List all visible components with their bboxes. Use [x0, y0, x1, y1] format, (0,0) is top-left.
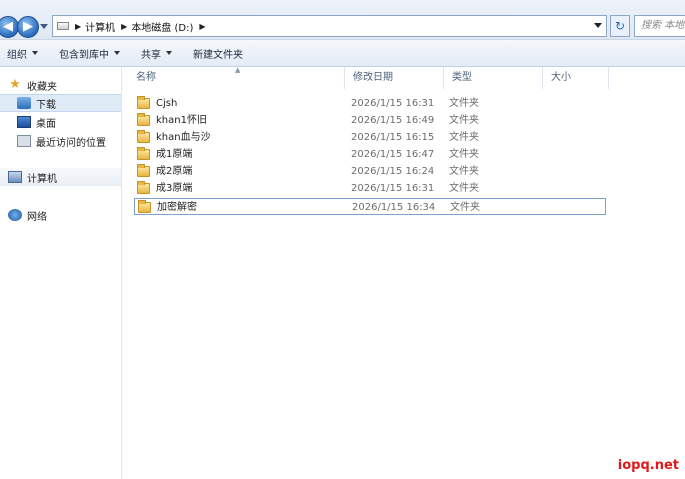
- sidebar-item-label: 收藏夹: [27, 81, 57, 93]
- file-name: 成3原端: [156, 183, 193, 194]
- column-header-name[interactable]: 名称: [128, 67, 345, 89]
- column-header-type[interactable]: 类型: [444, 67, 543, 89]
- new-folder-label: 新建文件夹: [193, 49, 243, 61]
- sidebar-item-label: 计算机: [27, 173, 57, 185]
- file-name: 成2原端: [156, 166, 193, 177]
- sidebar-item-label: 下载: [36, 99, 56, 111]
- file-name-cell: khan1怀旧: [137, 112, 207, 129]
- column-header-modified[interactable]: 修改日期: [345, 67, 444, 89]
- sidebar-item-desktop[interactable]: 桌面: [17, 113, 56, 131]
- file-type: 文件夹: [449, 149, 479, 160]
- file-name: Cjsh: [156, 98, 178, 109]
- address-dropdown-icon[interactable]: [594, 23, 602, 28]
- file-date: 2026/1/15 16:15: [351, 132, 435, 143]
- file-date: 2026/1/15 16:24: [351, 166, 435, 177]
- file-date: 2026/1/15 16:34: [352, 202, 436, 213]
- file-name: 成1原端: [156, 149, 193, 160]
- command-toolbar: 组织 包含到库中 共享 新建文件夹: [0, 40, 685, 67]
- file-name: khan血与沙: [156, 132, 211, 143]
- file-name-cell: 成2原端: [137, 163, 192, 180]
- file-name-cell: 成1原端: [137, 146, 192, 163]
- chevron-down-icon: [114, 51, 120, 55]
- include-in-library-label: 包含到库中: [59, 49, 109, 61]
- folder-icon: [137, 147, 150, 160]
- folder-icon: [137, 96, 150, 109]
- file-name-cell: 成3原端: [137, 180, 192, 197]
- sidebar-item-computer[interactable]: 计算机: [0, 168, 121, 186]
- folder-icon: [137, 181, 150, 194]
- chevron-down-icon: [166, 51, 172, 55]
- recent-pages-dropdown-icon[interactable]: [40, 24, 48, 29]
- sidebar-item-label: 网络: [27, 211, 47, 223]
- chevron-down-icon: [32, 51, 38, 55]
- file-date: 2026/1/15 16:31: [351, 98, 435, 109]
- file-row[interactable]: 成1原端 2026/1/15 16:47 文件夹: [123, 146, 685, 163]
- file-type: 文件夹: [449, 98, 479, 109]
- watermark: iopq.net: [617, 458, 679, 473]
- address-bar-row: ◀ ▶ ▶ 计算机 ▶ 本地磁盘 (D:) ▶ ↻ 搜索 本地磁盘: [0, 0, 685, 40]
- file-name-cell: 加密解密: [138, 199, 197, 216]
- file-row[interactable]: 成2原端 2026/1/15 16:24 文件夹: [123, 163, 685, 180]
- computer-icon: [8, 171, 22, 183]
- downloads-folder-icon: [17, 97, 31, 109]
- folder-icon: [138, 200, 151, 213]
- recent-places-icon: [17, 135, 31, 147]
- breadcrumb-arrow-icon[interactable]: ▶: [199, 22, 205, 31]
- file-name: 加密解密: [157, 202, 197, 213]
- organize-label: 组织: [7, 49, 27, 61]
- file-date: 2026/1/15 16:47: [351, 149, 435, 160]
- sidebar-item-downloads[interactable]: 下载: [0, 94, 121, 112]
- file-row[interactable]: 成3原端 2026/1/15 16:31 文件夹: [123, 180, 685, 197]
- file-name-cell: khan血与沙: [137, 129, 211, 146]
- file-date: 2026/1/15 16:31: [351, 183, 435, 194]
- file-type: 文件夹: [449, 115, 479, 126]
- file-row-focused[interactable]: 加密解密 2026/1/15 16:34 文件夹: [134, 198, 606, 215]
- sidebar-item-label: 最近访问的位置: [36, 137, 106, 149]
- search-input[interactable]: 搜索 本地磁盘: [634, 15, 685, 37]
- forward-button[interactable]: ▶: [17, 16, 39, 38]
- sidebar-item-favorites[interactable]: ★ 收藏夹: [8, 76, 57, 94]
- sidebar-item-recent-places[interactable]: 最近访问的位置: [17, 132, 106, 150]
- file-list-pane: ▲ 名称 修改日期 类型 大小 Cjsh 2026/1/15 16:31 文件夹…: [123, 66, 685, 479]
- breadcrumb-computer[interactable]: 计算机: [85, 19, 115, 34]
- organize-menu[interactable]: 组织: [7, 46, 38, 61]
- share-menu[interactable]: 共享: [141, 46, 172, 61]
- folder-icon: [137, 164, 150, 177]
- file-name-cell: Cjsh: [137, 95, 177, 112]
- share-label: 共享: [141, 49, 161, 61]
- file-type: 文件夹: [449, 132, 479, 143]
- new-folder-button[interactable]: 新建文件夹: [193, 46, 243, 61]
- sidebar-item-label: 桌面: [36, 118, 56, 130]
- file-row[interactable]: khan1怀旧 2026/1/15 16:49 文件夹: [123, 112, 685, 129]
- refresh-button[interactable]: ↻: [610, 15, 630, 37]
- file-date: 2026/1/15 16:49: [351, 115, 435, 126]
- folder-icon: [137, 113, 150, 126]
- breadcrumb-arrow-icon[interactable]: ▶: [75, 22, 81, 31]
- breadcrumb-arrow-icon[interactable]: ▶: [121, 22, 127, 31]
- file-name: khan1怀旧: [156, 115, 207, 126]
- refresh-icon: ↻: [614, 19, 626, 33]
- file-type: 文件夹: [449, 166, 479, 177]
- breadcrumb-drive-d[interactable]: 本地磁盘 (D:): [131, 19, 193, 34]
- sidebar-item-network[interactable]: 网络: [8, 206, 47, 224]
- file-type: 文件夹: [450, 202, 480, 213]
- column-header-size[interactable]: 大小: [543, 67, 609, 89]
- network-icon: [8, 209, 22, 221]
- drive-icon: [57, 22, 69, 30]
- file-row[interactable]: Cjsh 2026/1/15 16:31 文件夹: [123, 95, 685, 112]
- folder-icon: [137, 130, 150, 143]
- file-type: 文件夹: [449, 183, 479, 194]
- desktop-icon: [17, 116, 31, 128]
- address-bar[interactable]: ▶ 计算机 ▶ 本地磁盘 (D:) ▶: [52, 15, 607, 37]
- navigation-pane: ★ 收藏夹 下载 桌面 最近访问的位置 计算机 网络: [0, 67, 122, 479]
- star-icon: ★: [9, 77, 21, 92]
- include-in-library-menu[interactable]: 包含到库中: [59, 46, 120, 61]
- file-row[interactable]: khan血与沙 2026/1/15 16:15 文件夹: [123, 129, 685, 146]
